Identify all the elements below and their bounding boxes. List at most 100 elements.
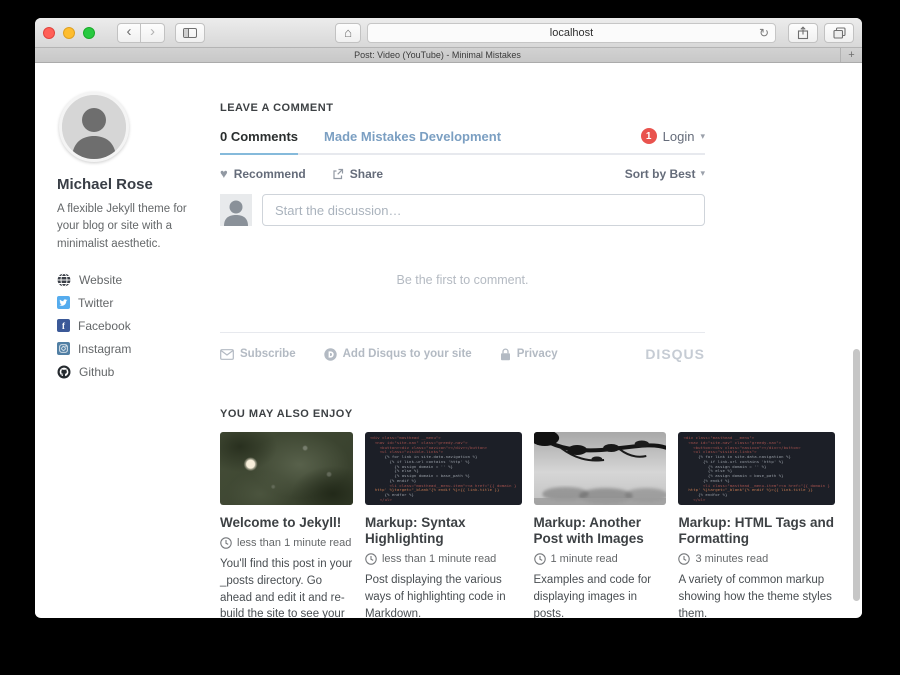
post-excerpt: You'll find this post in your _posts dir… <box>220 556 353 618</box>
chevron-down-icon: ▾ <box>700 131 705 142</box>
empty-comments-message: Be the first to comment. <box>220 273 705 287</box>
privacy-label: Privacy <box>517 348 558 360</box>
sort-by-menu[interactable]: Sort by Best ▾ <box>625 167 705 181</box>
reload-icon[interactable]: ↻ <box>759 27 769 39</box>
related-post-card: <div class="masthead __menu"> <nav id="s… <box>365 432 522 618</box>
tab-bar: Post: Video (YouTube) - Minimal Mistakes… <box>35 48 862 63</box>
instagram-icon <box>57 342 70 355</box>
disqus-footer: Subscribe Add Disqus to your site <box>220 346 705 362</box>
comment-input[interactable] <box>262 194 705 226</box>
tabs-icon <box>833 27 846 39</box>
github-icon <box>57 365 71 379</box>
post-title-link[interactable]: Markup: Another Post with Images <box>534 515 667 547</box>
sidebar-toggle-icon <box>183 28 197 38</box>
envelope-icon <box>220 349 234 360</box>
browser-toolbar: ‹ › ⌂ localhost ↻ <box>35 18 862 48</box>
post-meta: 3 minutes read <box>678 553 835 565</box>
read-time: less than 1 minute read <box>237 537 351 549</box>
post-meta: 1 minute read <box>534 553 667 565</box>
forward-button[interactable]: › <box>141 23 165 43</box>
sort-label: Sort by Best <box>625 167 696 181</box>
heart-icon: ♥ <box>220 166 228 181</box>
code-screenshot-thumbnail: <div class="masthead __menu"> <nav id="s… <box>365 432 522 505</box>
disqus-actions-row: ♥ Recommend Share Sort by Best ▾ <box>220 166 705 181</box>
post-title-link[interactable]: Welcome to Jekyll! <box>220 515 353 531</box>
related-post-card: <div class="masthead __menu"> <nav id="s… <box>678 432 835 618</box>
read-time: less than 1 minute read <box>382 553 496 565</box>
notification-badge: 1 <box>641 128 657 144</box>
chevron-down-icon: ▾ <box>700 168 705 179</box>
read-time: 1 minute read <box>551 553 618 565</box>
sidebar-link-instagram[interactable]: Instagram <box>57 342 209 356</box>
post-excerpt: Post displaying the various ways of high… <box>365 572 522 618</box>
twitter-icon <box>57 296 70 309</box>
sidebar-link-label: Instagram <box>78 342 131 356</box>
facebook-icon: f <box>57 319 70 332</box>
clock-icon <box>678 553 690 565</box>
sidebar-link-website[interactable]: Website <box>57 273 209 287</box>
privacy-link[interactable]: Privacy <box>500 348 558 361</box>
post-thumbnail-link[interactable] <box>220 432 353 505</box>
add-disqus-link[interactable]: Add Disqus to your site <box>324 348 472 361</box>
chevron-right-icon: › <box>150 24 155 39</box>
tree-photo-thumbnail <box>534 432 667 505</box>
post-excerpt: Examples and code for displaying images … <box>534 572 667 618</box>
add-disqus-label: Add Disqus to your site <box>343 348 472 360</box>
main-content: LEAVE A COMMENT 0 Comments Made Mistakes… <box>220 102 835 618</box>
tab-comment-count[interactable]: 0 Comments <box>220 129 298 155</box>
close-window-button[interactable] <box>43 27 55 39</box>
share-page-button[interactable] <box>788 23 818 43</box>
active-tab[interactable]: Post: Video (YouTube) - Minimal Mistakes <box>35 50 840 60</box>
author-name: Michael Rose <box>57 176 209 193</box>
author-sidebar: Michael Rose A flexible Jekyll theme for… <box>57 92 209 388</box>
author-bio: A flexible Jekyll theme for your blog or… <box>57 201 197 253</box>
share-thread-button[interactable]: Share <box>332 167 383 181</box>
post-meta: less than 1 minute read <box>220 537 353 549</box>
divider <box>220 332 705 333</box>
subscribe-link[interactable]: Subscribe <box>220 348 296 360</box>
sidebar-toggle-button[interactable] <box>175 23 205 43</box>
sidebar-link-label: Github <box>79 365 114 379</box>
globe-icon <box>57 273 71 287</box>
minimize-window-button[interactable] <box>63 27 75 39</box>
back-button[interactable]: ‹ <box>117 23 141 43</box>
page-viewport: Michael Rose A flexible Jekyll theme for… <box>35 63 862 617</box>
login-menu[interactable]: 1 Login ▾ <box>641 128 705 153</box>
login-label: Login <box>663 129 695 144</box>
sidebar-link-label: Facebook <box>78 319 131 333</box>
browser-window: ‹ › ⌂ localhost ↻ <box>35 18 862 618</box>
sidebar-link-label: Website <box>79 273 122 287</box>
post-thumbnail-link[interactable]: <div class="masthead __menu"> <nav id="s… <box>365 432 522 505</box>
history-nav: ‹ › <box>117 23 165 43</box>
post-title-link[interactable]: Markup: HTML Tags and Formatting <box>678 515 835 547</box>
sidebar-link-github[interactable]: Github <box>57 365 209 379</box>
share-icon <box>797 26 809 40</box>
sidebar-link-twitter[interactable]: Twitter <box>57 296 209 310</box>
guest-avatar <box>220 194 252 226</box>
address-bar[interactable]: localhost ↻ <box>367 23 776 43</box>
post-title-link[interactable]: Markup: Syntax Highlighting <box>365 515 522 547</box>
read-time: 3 minutes read <box>695 553 768 565</box>
zoom-window-button[interactable] <box>83 27 95 39</box>
tab-community[interactable]: Made Mistakes Development <box>324 129 501 153</box>
related-posts-grid: Welcome to Jekyll! less than 1 minute re… <box>220 432 835 618</box>
related-post-card: Welcome to Jekyll! less than 1 minute re… <box>220 432 353 618</box>
post-excerpt: A variety of common markup showing how t… <box>678 572 835 618</box>
clock-icon <box>534 553 546 565</box>
related-post-card: Markup: Another Post with Images 1 minut… <box>534 432 667 618</box>
tab-overview-button[interactable] <box>824 23 854 43</box>
comments-heading: LEAVE A COMMENT <box>220 102 705 114</box>
scrollbar-thumb[interactable] <box>853 349 860 601</box>
lock-icon <box>500 348 511 361</box>
post-thumbnail-link[interactable] <box>534 432 667 505</box>
url-text: localhost <box>368 27 775 39</box>
recommend-button[interactable]: ♥ Recommend <box>220 166 306 181</box>
home-button[interactable]: ⌂ <box>335 23 361 43</box>
author-links: Website Twitter f Facebook Instagram <box>57 273 209 379</box>
sidebar-link-facebook[interactable]: f Facebook <box>57 319 209 333</box>
new-tab-button[interactable]: + <box>840 48 862 62</box>
subscribe-label: Subscribe <box>240 348 296 360</box>
post-thumbnail-link[interactable]: <div class="masthead __menu"> <nav id="s… <box>678 432 835 505</box>
disqus-logo[interactable]: DISQUS <box>645 346 705 362</box>
clock-icon <box>365 553 377 565</box>
